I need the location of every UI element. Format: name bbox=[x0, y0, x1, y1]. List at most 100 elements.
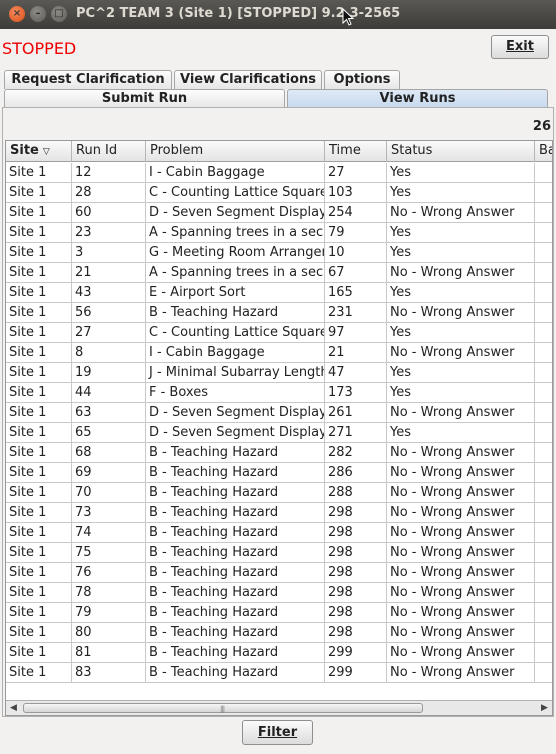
table-cell: 70 bbox=[72, 483, 146, 503]
table-row[interactable]: Site 1 73 B - Teaching Hazard 298 No - Wrong… bbox=[6, 503, 552, 523]
table-cell: No - Wrong Answer bbox=[387, 563, 535, 583]
table-cell: 81 bbox=[72, 643, 146, 663]
table-row[interactable]: Site 1 27 C - Counting Lattice Squares 97 Ye… bbox=[6, 323, 552, 343]
scroll-right-icon[interactable]: ▶ bbox=[537, 701, 552, 715]
table-cell: Site 1 bbox=[6, 163, 72, 183]
horizontal-scrollbar[interactable]: ◀ ||| ▶ bbox=[6, 700, 552, 715]
table-cell: 63 bbox=[72, 403, 146, 423]
table-row[interactable]: Site 18I - Cabin Baggage 21 No - Wrong Ans… bbox=[6, 343, 552, 363]
table-cell: B - Teaching Hazard bbox=[146, 623, 325, 643]
table-cell: B - Teaching Hazard bbox=[146, 483, 325, 503]
column-header-run-id[interactable]: Run Id bbox=[72, 141, 146, 162]
column-header-site[interactable]: Site ▽ bbox=[6, 141, 72, 162]
scroll-left-icon[interactable]: ◀ bbox=[6, 701, 21, 715]
table-row[interactable]: Site 1 23 A - Spanning trees in a secu 79 Ye… bbox=[6, 223, 552, 243]
table-row[interactable]: Site 1 83 B - Teaching Hazard 299 No - Wrong… bbox=[6, 663, 552, 683]
table-row[interactable]: Site 1 21 A - Spanning trees in a secu 67 No… bbox=[6, 263, 552, 283]
table-cell: 103 bbox=[325, 183, 387, 203]
maximize-window-icon[interactable]: □ bbox=[51, 6, 67, 22]
table-cell bbox=[535, 223, 552, 243]
table-cell: Site 1 bbox=[6, 243, 72, 263]
minimize-window-icon[interactable]: – bbox=[30, 6, 46, 22]
table-cell: Site 1 bbox=[6, 423, 72, 443]
table-cell: 10 bbox=[325, 243, 387, 263]
table-cell: Yes bbox=[387, 363, 535, 383]
table-row[interactable]: Site 1 12 I - Cabin Baggage 27 Yes bbox=[6, 163, 552, 183]
column-header-status[interactable]: Status bbox=[387, 141, 535, 162]
table-row[interactable]: Site 1 80 B - Teaching Hazard 298 No - Wrong… bbox=[6, 623, 552, 643]
filter-button[interactable]: Filter bbox=[242, 720, 313, 745]
table-cell: Site 1 bbox=[6, 623, 72, 643]
table-cell: B - Teaching Hazard bbox=[146, 303, 325, 323]
table-row[interactable]: Site 1 69 B - Teaching Hazard 286 No - Wrong… bbox=[6, 463, 552, 483]
column-header-time[interactable]: Time bbox=[325, 141, 387, 162]
table-cell: 73 bbox=[72, 503, 146, 523]
table-cell: 21 bbox=[325, 343, 387, 363]
table-row[interactable]: Site 1 65 D - Seven Segment Display 271 Yes bbox=[6, 423, 552, 443]
table-cell bbox=[535, 163, 552, 183]
table-row[interactable]: Site 1 74 B - Teaching Hazard 298 No - Wrong… bbox=[6, 523, 552, 543]
table-cell: 97 bbox=[325, 323, 387, 343]
table-cell: 44 bbox=[72, 383, 146, 403]
table-cell bbox=[535, 503, 552, 523]
table-cell: 43 bbox=[72, 283, 146, 303]
column-header-balloon[interactable]: Ba bbox=[535, 141, 552, 162]
table-row[interactable]: Site 1 78 B - Teaching Hazard 298 No - Wrong… bbox=[6, 583, 552, 603]
table-cell: 271 bbox=[325, 423, 387, 443]
tab-options[interactable]: Options bbox=[324, 70, 400, 89]
table-cell: No - Wrong Answer bbox=[387, 463, 535, 483]
table-cell: A - Spanning trees in a secu bbox=[146, 263, 325, 283]
table-cell bbox=[535, 183, 552, 203]
table-cell: E - Airport Sort bbox=[146, 283, 325, 303]
table-cell: 298 bbox=[325, 503, 387, 523]
table-row[interactable]: Site 1 75 B - Teaching Hazard 298 No - Wrong… bbox=[6, 543, 552, 563]
table-cell: B - Teaching Hazard bbox=[146, 643, 325, 663]
table-row[interactable]: Site 1 68 B - Teaching Hazard 282 No - Wrong… bbox=[6, 443, 552, 463]
exit-button[interactable]: Exit bbox=[491, 35, 549, 59]
mouse-cursor-icon bbox=[342, 8, 354, 26]
table-cell: Site 1 bbox=[6, 483, 72, 503]
tab-request-clarification[interactable]: Request Clarification bbox=[4, 70, 172, 89]
tab-view-runs[interactable]: View Runs bbox=[287, 89, 548, 108]
table-cell: No - Wrong Answer bbox=[387, 343, 535, 363]
table-cell: C - Counting Lattice Squares bbox=[146, 323, 325, 343]
table-row[interactable]: Site 1 56 B - Teaching Hazard 231 No - Wrong… bbox=[6, 303, 552, 323]
table-row[interactable]: Site 1 70 B - Teaching Hazard 288 No - Wrong… bbox=[6, 483, 552, 503]
close-window-icon[interactable]: × bbox=[9, 6, 25, 22]
table-cell: Site 1 bbox=[6, 403, 72, 423]
table-row[interactable]: Site 13G - Meeting Room Arrangem 10 Yes bbox=[6, 243, 552, 263]
table-cell: D - Seven Segment Display bbox=[146, 403, 325, 423]
table-cell: J - Minimal Subarray Length bbox=[146, 363, 325, 383]
table-row[interactable]: Site 1 63 D - Seven Segment Display 261 No -… bbox=[6, 403, 552, 423]
table-cell: Site 1 bbox=[6, 303, 72, 323]
table-cell: 79 bbox=[72, 603, 146, 623]
table-cell: 27 bbox=[325, 163, 387, 183]
tab-submit-run[interactable]: Submit Run bbox=[4, 89, 285, 108]
scrollbar-thumb[interactable]: ||| bbox=[23, 703, 423, 713]
table-row[interactable]: Site 1 76 B - Teaching Hazard 298 No - Wrong… bbox=[6, 563, 552, 583]
table-row[interactable]: Site 1 28 C - Counting Lattice Squares 103 Y… bbox=[6, 183, 552, 203]
table-cell: Yes bbox=[387, 183, 535, 203]
table-row[interactable]: Site 1 19 J - Minimal Subarray Length 47 Yes bbox=[6, 363, 552, 383]
tab-view-clarifications[interactable]: View Clarifications bbox=[174, 70, 322, 89]
table-row[interactable]: Site 1 81 B - Teaching Hazard 299 No - Wrong… bbox=[6, 643, 552, 663]
table-cell: 298 bbox=[325, 563, 387, 583]
column-header-problem[interactable]: Problem bbox=[146, 141, 325, 162]
table-row[interactable]: Site 1 44 F - Boxes 173 Yes bbox=[6, 383, 552, 403]
title-bar[interactable]: × – □ PC^2 TEAM 3 (Site 1) [STOPPED] 9.2… bbox=[0, 0, 556, 29]
table-row[interactable]: Site 1 60 D - Seven Segment Display 254 No -… bbox=[6, 203, 552, 223]
table-cell: 3 bbox=[72, 243, 146, 263]
table-row[interactable]: Site 1 79 B - Teaching Hazard 298 No - Wrong… bbox=[6, 603, 552, 623]
table-cell: 261 bbox=[325, 403, 387, 423]
table-cell: G - Meeting Room Arrangem bbox=[146, 243, 325, 263]
table-row[interactable]: Site 1 43 E - Airport Sort 165 Yes bbox=[6, 283, 552, 303]
table-cell: No - Wrong Answer bbox=[387, 623, 535, 643]
table-cell: 65 bbox=[72, 423, 146, 443]
table-cell: Yes bbox=[387, 323, 535, 343]
table-cell: B - Teaching Hazard bbox=[146, 503, 325, 523]
table-cell: 78 bbox=[72, 583, 146, 603]
table-cell bbox=[535, 483, 552, 503]
table-cell: 83 bbox=[72, 663, 146, 683]
table-cell: No - Wrong Answer bbox=[387, 583, 535, 603]
table-cell: 19 bbox=[72, 363, 146, 383]
